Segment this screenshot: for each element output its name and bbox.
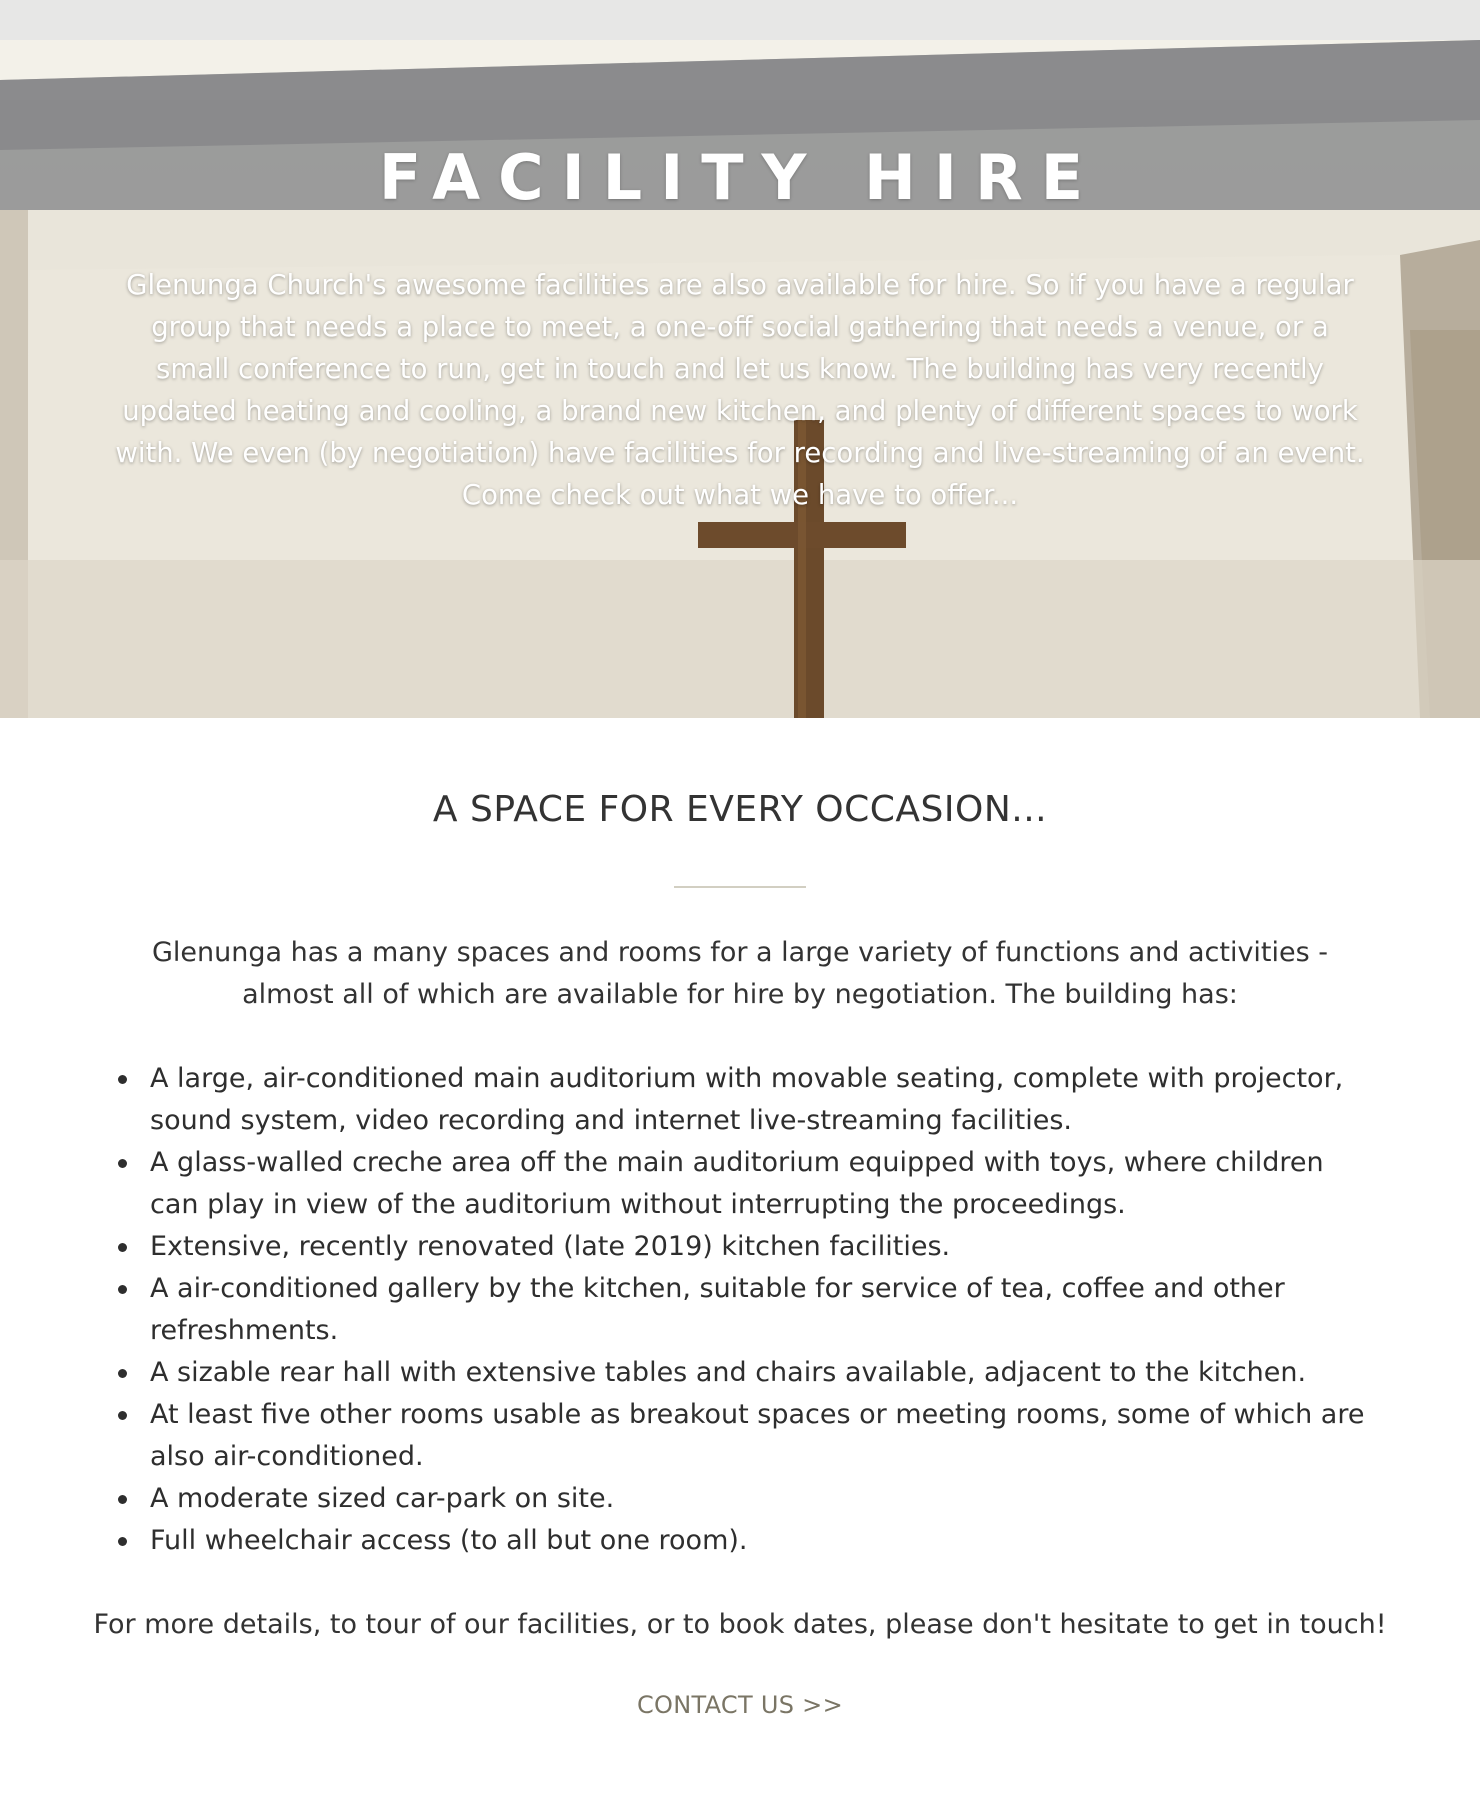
bullet-icon — [118, 1537, 127, 1546]
list-item-text: A sizable rear hall with extensive table… — [150, 1357, 1307, 1388]
bullet-icon — [118, 1243, 127, 1252]
bullet-icon — [118, 1495, 127, 1504]
list-item-text: A glass-walled creche area off the main … — [150, 1147, 1324, 1220]
list-item-text: Full wheelchair access (to all but one r… — [150, 1525, 748, 1556]
facility-list: A large, air-conditioned main auditorium… — [110, 1058, 1370, 1562]
bullet-icon — [118, 1369, 127, 1378]
list-item: Extensive, recently renovated (late 2019… — [110, 1226, 1370, 1268]
contact-us-link[interactable]: CONTACT US >> — [637, 1688, 843, 1722]
list-item-text: Extensive, recently renovated (late 2019… — [150, 1231, 951, 1262]
list-item: A air-conditioned gallery by the kitchen… — [110, 1268, 1370, 1352]
main-content: A SPACE FOR EVERY OCCASION... Glenunga h… — [0, 718, 1480, 1722]
outro-paragraph: For more details, to tour of our facilit… — [93, 1609, 1387, 1640]
hero-description: Glenunga Church's awesome facilities are… — [115, 269, 1365, 511]
list-item: A large, air-conditioned main auditorium… — [110, 1058, 1370, 1142]
bullet-icon — [118, 1159, 127, 1168]
list-item-text: A air-conditioned gallery by the kitchen… — [150, 1273, 1285, 1346]
list-item: A glass-walled creche area off the main … — [110, 1142, 1370, 1226]
list-item-text: A large, air-conditioned main auditorium… — [150, 1063, 1344, 1136]
hero-content: FACILITY HIRE Glenunga Church's awesome … — [0, 0, 1480, 516]
bullet-icon — [118, 1411, 127, 1420]
list-item-text: At least five other rooms usable as brea… — [150, 1399, 1365, 1472]
bullet-icon — [118, 1285, 127, 1294]
list-item: At least five other rooms usable as brea… — [110, 1394, 1370, 1478]
list-item-text: A moderate sized car-park on site. — [150, 1483, 615, 1514]
list-item: Full wheelchair access (to all but one r… — [110, 1520, 1370, 1562]
page-title: FACILITY HIRE — [378, 141, 1102, 214]
heading-divider — [674, 886, 806, 888]
hero-banner: FACILITY HIRE Glenunga Church's awesome … — [0, 0, 1480, 718]
list-item: A moderate sized car-park on site. — [110, 1478, 1370, 1520]
bullet-icon — [118, 1075, 127, 1084]
intro-paragraph: Glenunga has a many spaces and rooms for… — [151, 937, 1329, 1010]
list-item: A sizable rear hall with extensive table… — [110, 1352, 1370, 1394]
section-heading: A SPACE FOR EVERY OCCASION... — [432, 789, 1048, 830]
